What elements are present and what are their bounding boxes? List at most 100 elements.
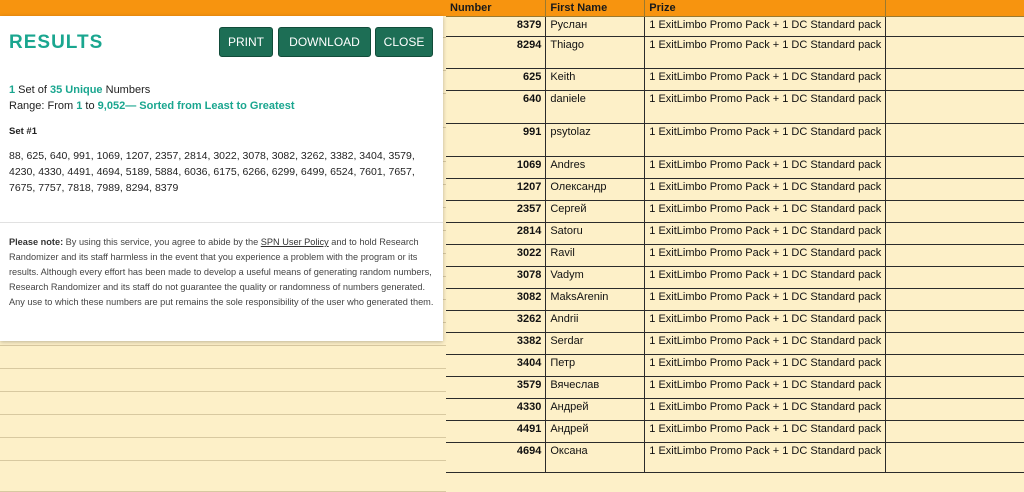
table-row: 3404 Петр 1 ExitLimbo Promo Pack + 1 DC St… bbox=[446, 354, 1024, 377]
set-of-text: Set of bbox=[15, 84, 50, 96]
cell-empty[interactable] bbox=[885, 178, 1024, 201]
cell-first-name[interactable]: Thiago bbox=[545, 36, 646, 69]
sets-line: 1 Set of 35 Unique Numbers bbox=[9, 82, 295, 98]
cell-prize[interactable]: 1 ExitLimbo Promo Pack + 1 DC Standard p… bbox=[644, 123, 887, 157]
cell-number[interactable]: 2357 bbox=[446, 200, 547, 223]
cell-number[interactable]: 3078 bbox=[446, 266, 547, 289]
cell-first-name[interactable]: Сергей bbox=[545, 200, 646, 223]
cell-number[interactable]: 8294 bbox=[446, 36, 547, 69]
cell-prize[interactable]: 1 ExitLimbo Promo Pack + 1 DC Standard p… bbox=[644, 442, 887, 473]
column-header-first-name[interactable]: First Name bbox=[545, 0, 646, 17]
cell-prize[interactable]: 1 ExitLimbo Promo Pack + 1 DC Standard p… bbox=[644, 36, 887, 69]
cell-prize[interactable]: 1 ExitLimbo Promo Pack + 1 DC Standard p… bbox=[644, 68, 887, 91]
cell-prize[interactable]: 1 ExitLimbo Promo Pack + 1 DC Standard p… bbox=[644, 200, 887, 223]
cell-number[interactable]: 8379 bbox=[446, 16, 547, 37]
cell-first-name[interactable]: Олександр bbox=[545, 178, 646, 201]
cell-empty[interactable] bbox=[885, 442, 1024, 473]
column-header-prize[interactable]: Prize bbox=[644, 0, 887, 17]
cell-number[interactable]: 991 bbox=[446, 123, 547, 157]
cell-prize[interactable]: 1 ExitLimbo Promo Pack + 1 DC Standard p… bbox=[644, 310, 887, 333]
cell-number[interactable]: 3404 bbox=[446, 354, 547, 377]
column-header-number[interactable]: Number bbox=[446, 0, 547, 17]
cell-first-name[interactable]: Serdar bbox=[545, 332, 646, 355]
cell-empty[interactable] bbox=[885, 376, 1024, 399]
cell-empty[interactable] bbox=[885, 244, 1024, 267]
cell-empty[interactable] bbox=[885, 123, 1024, 157]
cell-prize[interactable]: 1 ExitLimbo Promo Pack + 1 DC Standard p… bbox=[644, 288, 887, 311]
table-header-row: Number First Name Prize bbox=[446, 0, 1024, 17]
cell-number[interactable]: 4330 bbox=[446, 398, 547, 421]
cell-number[interactable]: 640 bbox=[446, 90, 547, 124]
table-row: 3579 Вячеслав 1 ExitLimbo Promo Pack + 1 D… bbox=[446, 376, 1024, 399]
cell-first-name[interactable]: Вячеслав bbox=[545, 376, 646, 399]
cell-empty[interactable] bbox=[885, 354, 1024, 377]
cell-prize[interactable]: 1 ExitLimbo Promo Pack + 1 DC Standard p… bbox=[644, 16, 887, 37]
cell-first-name[interactable]: Оксана bbox=[545, 442, 646, 473]
column-header-empty[interactable] bbox=[885, 0, 1024, 17]
table-row: 991 psytolaz 1 ExitLimbo Promo Pack + 1 DC… bbox=[446, 123, 1024, 157]
cell-first-name[interactable]: MaksArenin bbox=[545, 288, 646, 311]
cell-empty[interactable] bbox=[885, 420, 1024, 443]
cell-empty[interactable] bbox=[885, 222, 1024, 245]
cell-number[interactable]: 4491 bbox=[446, 420, 547, 443]
dialog-title: RESULTS bbox=[9, 32, 104, 53]
print-button[interactable]: PRINT bbox=[219, 27, 273, 57]
cell-prize[interactable]: 1 ExitLimbo Promo Pack + 1 DC Standard p… bbox=[644, 376, 887, 399]
cell-first-name[interactable]: daniele bbox=[545, 90, 646, 124]
cell-prize[interactable]: 1 ExitLimbo Promo Pack + 1 DC Standard p… bbox=[644, 398, 887, 421]
cell-number[interactable]: 3082 bbox=[446, 288, 547, 311]
cell-empty[interactable] bbox=[885, 156, 1024, 179]
cell-first-name[interactable]: Vadym bbox=[545, 266, 646, 289]
cell-first-name[interactable]: Ravil bbox=[545, 244, 646, 267]
cell-empty[interactable] bbox=[885, 36, 1024, 69]
sheet-row-line bbox=[0, 460, 446, 461]
cell-number[interactable]: 4694 bbox=[446, 442, 547, 473]
cell-number[interactable]: 3382 bbox=[446, 332, 547, 355]
spn-user-policy-link[interactable]: SPN User Policy bbox=[261, 237, 329, 247]
cell-first-name[interactable]: Андрей bbox=[545, 398, 646, 421]
cell-empty[interactable] bbox=[885, 288, 1024, 311]
cell-prize[interactable]: 1 ExitLimbo Promo Pack + 1 DC Standard p… bbox=[644, 244, 887, 267]
set-label: Set #1 bbox=[9, 126, 37, 137]
cell-number[interactable]: 1069 bbox=[446, 156, 547, 179]
cell-number[interactable]: 3262 bbox=[446, 310, 547, 333]
table-row: 3262 Andrii 1 ExitLimbo Promo Pack + 1 DC … bbox=[446, 310, 1024, 333]
cell-prize[interactable]: 1 ExitLimbo Promo Pack + 1 DC Standard p… bbox=[644, 332, 887, 355]
cell-first-name[interactable]: Андрей bbox=[545, 420, 646, 443]
note-label: Please note: bbox=[9, 237, 64, 247]
cell-prize[interactable]: 1 ExitLimbo Promo Pack + 1 DC Standard p… bbox=[644, 420, 887, 443]
cell-empty[interactable] bbox=[885, 200, 1024, 223]
cell-number[interactable]: 625 bbox=[446, 68, 547, 91]
sheet-row-line bbox=[0, 414, 446, 415]
cell-number[interactable]: 2814 bbox=[446, 222, 547, 245]
cell-prize[interactable]: 1 ExitLimbo Promo Pack + 1 DC Standard p… bbox=[644, 266, 887, 289]
cell-prize[interactable]: 1 ExitLimbo Promo Pack + 1 DC Standard p… bbox=[644, 222, 887, 245]
cell-prize[interactable]: 1 ExitLimbo Promo Pack + 1 DC Standard p… bbox=[644, 354, 887, 377]
sorted-text: — Sorted from Least to Greatest bbox=[125, 100, 295, 112]
cell-first-name[interactable]: Andres bbox=[545, 156, 646, 179]
cell-first-name[interactable]: Петр bbox=[545, 354, 646, 377]
results-summary: 1 Set of 35 Unique Numbers Range: From 1… bbox=[9, 82, 295, 114]
cell-empty[interactable] bbox=[885, 68, 1024, 91]
cell-empty[interactable] bbox=[885, 90, 1024, 124]
table-row: 3022 Ravil 1 ExitLimbo Promo Pack + 1 DC S… bbox=[446, 244, 1024, 267]
close-button[interactable]: CLOSE bbox=[375, 27, 433, 57]
cell-number[interactable]: 3022 bbox=[446, 244, 547, 267]
cell-first-name[interactable]: psytolaz bbox=[545, 123, 646, 157]
download-button[interactable]: DOWNLOAD bbox=[278, 27, 371, 57]
cell-first-name[interactable]: Andrii bbox=[545, 310, 646, 333]
cell-empty[interactable] bbox=[885, 310, 1024, 333]
table-row: 625 Keith 1 ExitLimbo Promo Pack + 1 DC St… bbox=[446, 68, 1024, 91]
cell-first-name[interactable]: Satoru bbox=[545, 222, 646, 245]
cell-empty[interactable] bbox=[885, 266, 1024, 289]
cell-empty[interactable] bbox=[885, 332, 1024, 355]
cell-empty[interactable] bbox=[885, 16, 1024, 37]
cell-first-name[interactable]: Руслан bbox=[545, 16, 646, 37]
cell-first-name[interactable]: Keith bbox=[545, 68, 646, 91]
cell-prize[interactable]: 1 ExitLimbo Promo Pack + 1 DC Standard p… bbox=[644, 90, 887, 124]
cell-empty[interactable] bbox=[885, 398, 1024, 421]
cell-number[interactable]: 1207 bbox=[446, 178, 547, 201]
cell-prize[interactable]: 1 ExitLimbo Promo Pack + 1 DC Standard p… bbox=[644, 156, 887, 179]
cell-prize[interactable]: 1 ExitLimbo Promo Pack + 1 DC Standard p… bbox=[644, 178, 887, 201]
cell-number[interactable]: 3579 bbox=[446, 376, 547, 399]
